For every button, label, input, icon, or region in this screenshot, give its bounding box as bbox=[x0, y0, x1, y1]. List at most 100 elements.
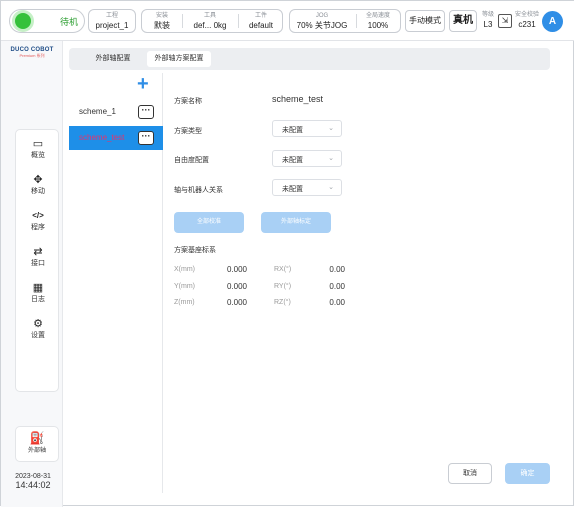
tool-name: def... bbox=[193, 21, 212, 30]
nav-move-label: 移动 bbox=[31, 188, 45, 195]
monitor-icon: ▭ bbox=[32, 138, 44, 150]
divider bbox=[238, 14, 239, 28]
level-info: 等级 L3 bbox=[481, 11, 495, 30]
top-status-bar: 待机 工程 project_1 安装 默装 工具 def... 0kg 工件 d… bbox=[1, 1, 574, 41]
logo-subtitle: Premium 系列 bbox=[19, 53, 45, 58]
time-text: 14:44:02 bbox=[15, 480, 51, 490]
status-light-icon bbox=[15, 13, 31, 29]
safety-value: c231 bbox=[518, 20, 536, 29]
robot-status-text: 待机 bbox=[60, 17, 79, 27]
nav-settings-label: 设置 bbox=[31, 332, 45, 339]
scheme-row-selected[interactable]: scheme_test ··· bbox=[69, 126, 163, 150]
dof-config-select[interactable]: 未配置 ⌄ bbox=[272, 150, 342, 167]
more-options-icon[interactable]: ··· bbox=[138, 131, 154, 145]
move-icon: ✥ bbox=[33, 174, 43, 186]
manual-mode-button[interactable]: 手动模式 bbox=[405, 10, 445, 32]
level-label: 等级 bbox=[481, 12, 494, 18]
code-icon: </> bbox=[32, 211, 44, 220]
coord-ry-value: 0.00 bbox=[329, 282, 345, 291]
coord-rx-label: RX(°) bbox=[274, 266, 292, 273]
scheme-list-panel: + scheme_1 ··· scheme_test ··· bbox=[69, 73, 163, 493]
app-window: 待机 工程 project_1 安装 默装 工具 def... 0kg 工件 d… bbox=[0, 0, 574, 507]
install-value: 默装 bbox=[154, 21, 170, 30]
scheme-name: scheme_1 bbox=[79, 107, 116, 116]
scheme-type-select[interactable]: 未配置 ⌄ bbox=[272, 120, 342, 137]
nav-settings[interactable]: ⚙ 设置 bbox=[16, 314, 60, 350]
chevron-down-icon: ⌄ bbox=[328, 155, 334, 162]
jog-speed-info[interactable]: JOG 70% 关节JOG 全局速度 100% bbox=[289, 9, 401, 33]
scheme-name: scheme_test bbox=[79, 133, 125, 142]
workpiece-label: 工件 bbox=[254, 13, 267, 19]
nav-program-label: 程序 bbox=[31, 224, 45, 231]
divider bbox=[182, 14, 183, 28]
full-calibration-button[interactable]: 全部校准 bbox=[174, 212, 244, 233]
external-axis-icon: ⛽ bbox=[29, 431, 45, 445]
nav-move[interactable]: ✥ 移动 bbox=[16, 170, 60, 206]
add-scheme-icon[interactable]: + bbox=[137, 74, 149, 94]
coord-ry-label: RY(°) bbox=[274, 283, 292, 290]
nav-interface-label: 接口 bbox=[31, 260, 45, 267]
nav-overview-label: 概览 bbox=[31, 152, 45, 159]
scheme-name-label: 方案名称 bbox=[174, 98, 202, 105]
scheme-name-value: scheme_test bbox=[272, 94, 324, 104]
coord-x-label: X(mm) bbox=[174, 266, 195, 273]
nav-overview[interactable]: ▭ 概览 bbox=[16, 134, 60, 170]
scheme-row[interactable]: scheme_1 ··· bbox=[69, 100, 163, 124]
coord-z-value: 0.000 bbox=[226, 298, 247, 307]
global-speed-value: 100% bbox=[367, 21, 389, 30]
safety-label: 安全校验 bbox=[514, 12, 539, 18]
project-label: 工程 bbox=[105, 13, 118, 19]
install-tool-workpiece-info[interactable]: 安装 默装 工具 def... 0kg 工件 default bbox=[141, 9, 283, 33]
jog-label: JOG bbox=[315, 13, 329, 19]
axis-robot-relation-select[interactable]: 未配置 ⌄ bbox=[272, 179, 342, 196]
collapse-icon[interactable]: ⇲ bbox=[498, 14, 512, 28]
global-speed-label: 全局速度 bbox=[365, 13, 390, 19]
project-info[interactable]: 工程 project_1 bbox=[88, 9, 136, 33]
workpiece-value: default bbox=[248, 21, 274, 30]
chevron-down-icon: ⌄ bbox=[328, 125, 334, 132]
external-axis-calibration-button[interactable]: 外部轴标定 bbox=[261, 212, 331, 233]
tool-load: 0kg bbox=[213, 21, 227, 30]
datetime-display: 2023-08-31 14:44:02 bbox=[5, 473, 61, 490]
coord-y-label: Y(mm) bbox=[174, 283, 195, 290]
chevron-down-icon: ⌄ bbox=[328, 184, 334, 191]
nav-log-label: 日志 bbox=[31, 296, 45, 303]
confirm-button[interactable]: 确定 bbox=[505, 463, 550, 484]
tab-bar: 外部轴配置 外部轴方案配置 bbox=[69, 48, 550, 70]
main-nav: ▭ 概览 ✥ 移动 </> 程序 ⇄ 接口 ▦ 日志 ⚙ 设置 bbox=[15, 129, 59, 392]
user-avatar[interactable]: A bbox=[542, 11, 563, 32]
external-axis-label: 外部轴 bbox=[27, 448, 46, 454]
scheme-type-value: 未配置 bbox=[282, 127, 303, 134]
left-sidebar: DUCO COBOT Premium 系列 ▭ 概览 ✥ 移动 </> 程序 ⇄… bbox=[1, 41, 63, 507]
coord-rz-value: 0.00 bbox=[329, 298, 345, 307]
coord-x-value: 0.000 bbox=[226, 265, 247, 274]
tab-external-axis-scheme-config[interactable]: 外部轴方案配置 bbox=[147, 51, 211, 67]
date-text: 2023-08-31 bbox=[15, 473, 51, 480]
gear-icon: ⚙ bbox=[33, 318, 43, 330]
scheme-type-label: 方案类型 bbox=[174, 128, 202, 135]
coord-rx-value: 0.00 bbox=[329, 265, 345, 274]
more-options-icon[interactable]: ··· bbox=[138, 105, 154, 119]
level-value: L3 bbox=[483, 20, 493, 29]
duco-logo: DUCO COBOT Premium 系列 bbox=[7, 47, 57, 59]
coord-z-label: Z(mm) bbox=[174, 299, 195, 306]
nav-interface[interactable]: ⇄ 接口 bbox=[16, 242, 60, 278]
install-label: 安装 bbox=[155, 13, 168, 19]
project-value: project_1 bbox=[95, 21, 129, 30]
axis-robot-relation-label: 轴与机器人关系 bbox=[174, 187, 223, 194]
safety-check-info: 安全校验 c231 bbox=[514, 11, 540, 30]
external-axis-button[interactable]: ⛽ 外部轴 bbox=[15, 426, 59, 462]
axis-robot-relation-value: 未配置 bbox=[282, 186, 303, 193]
real-robot-button[interactable]: 真机 bbox=[449, 10, 477, 32]
tab-external-axis-config[interactable]: 外部轴配置 bbox=[87, 51, 139, 67]
interface-icon: ⇄ bbox=[33, 246, 43, 258]
robot-status-indicator[interactable]: 待机 bbox=[9, 9, 85, 33]
coord-y-value: 0.000 bbox=[226, 282, 247, 291]
dof-config-value: 未配置 bbox=[282, 157, 303, 164]
jog-value: 70% 关节JOG bbox=[296, 21, 348, 30]
nav-log[interactable]: ▦ 日志 bbox=[16, 278, 60, 314]
coord-rz-label: RZ(°) bbox=[274, 299, 291, 306]
dof-config-label: 自由度配置 bbox=[174, 157, 209, 164]
cancel-button[interactable]: 取消 bbox=[448, 463, 492, 484]
nav-program[interactable]: </> 程序 bbox=[16, 206, 60, 242]
